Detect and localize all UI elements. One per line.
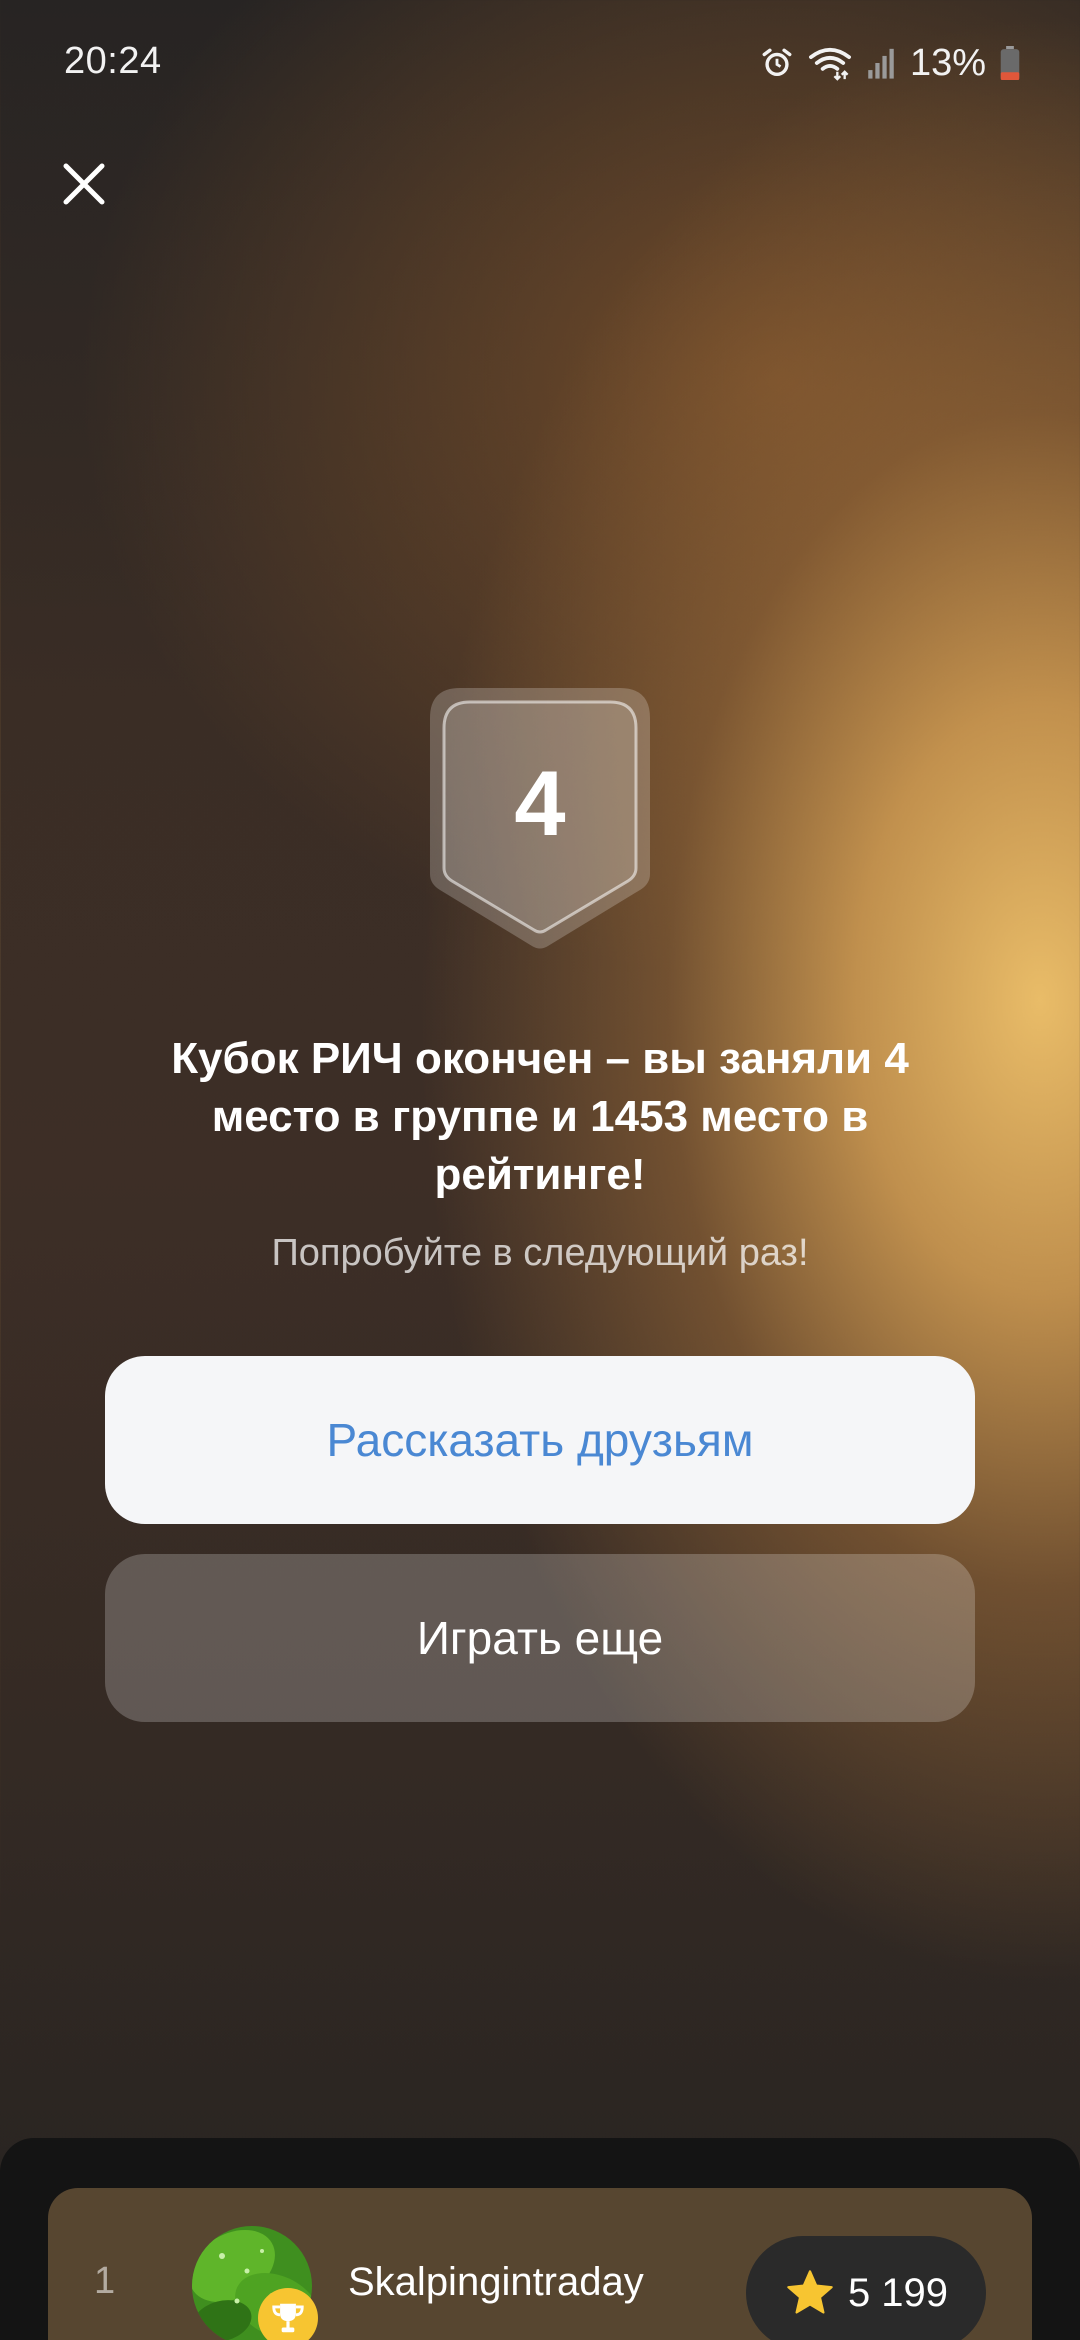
- status-bar: 20:24 13%: [0, 0, 1080, 126]
- rank-badge: 4: [426, 684, 654, 952]
- leaderboard-rank: 1: [94, 2260, 116, 2302]
- leaderboard-score: 5 199: [746, 2236, 986, 2340]
- status-time: 20:24: [64, 40, 162, 82]
- trophy-icon: [272, 2303, 304, 2333]
- result-subtitle: Попробуйте в следующий раз!: [271, 1232, 809, 1274]
- close-icon: [63, 163, 105, 205]
- result-title: Кубок РИЧ окончен – вы заняли 4 место в …: [171, 1034, 909, 1199]
- battery-percentage: 13%: [909, 41, 986, 84]
- wifi-icon: [808, 47, 851, 81]
- trophy-badge: [258, 2288, 318, 2340]
- rank-number: 4: [514, 753, 566, 855]
- close-button[interactable]: [48, 148, 120, 220]
- status-icons: 13%: [760, 40, 1020, 86]
- battery-icon: [1000, 46, 1020, 80]
- leaderboard-row[interactable]: 1 Skalpingintraday 5 199: [48, 2188, 1032, 2340]
- leaderboard-username: Skalpingintraday: [348, 2260, 644, 2304]
- signal-icon: [868, 48, 894, 79]
- play-again-button[interactable]: Играть еще: [105, 1554, 975, 1722]
- share-with-friends-button[interactable]: Рассказать друзьям: [105, 1356, 975, 1524]
- leaderboard-panel: 1 Skalpingintraday 5 199: [0, 2138, 1080, 2340]
- score-value: 5 199: [847, 2270, 949, 2315]
- star-icon: [787, 2270, 833, 2314]
- alarm-icon: [762, 48, 792, 77]
